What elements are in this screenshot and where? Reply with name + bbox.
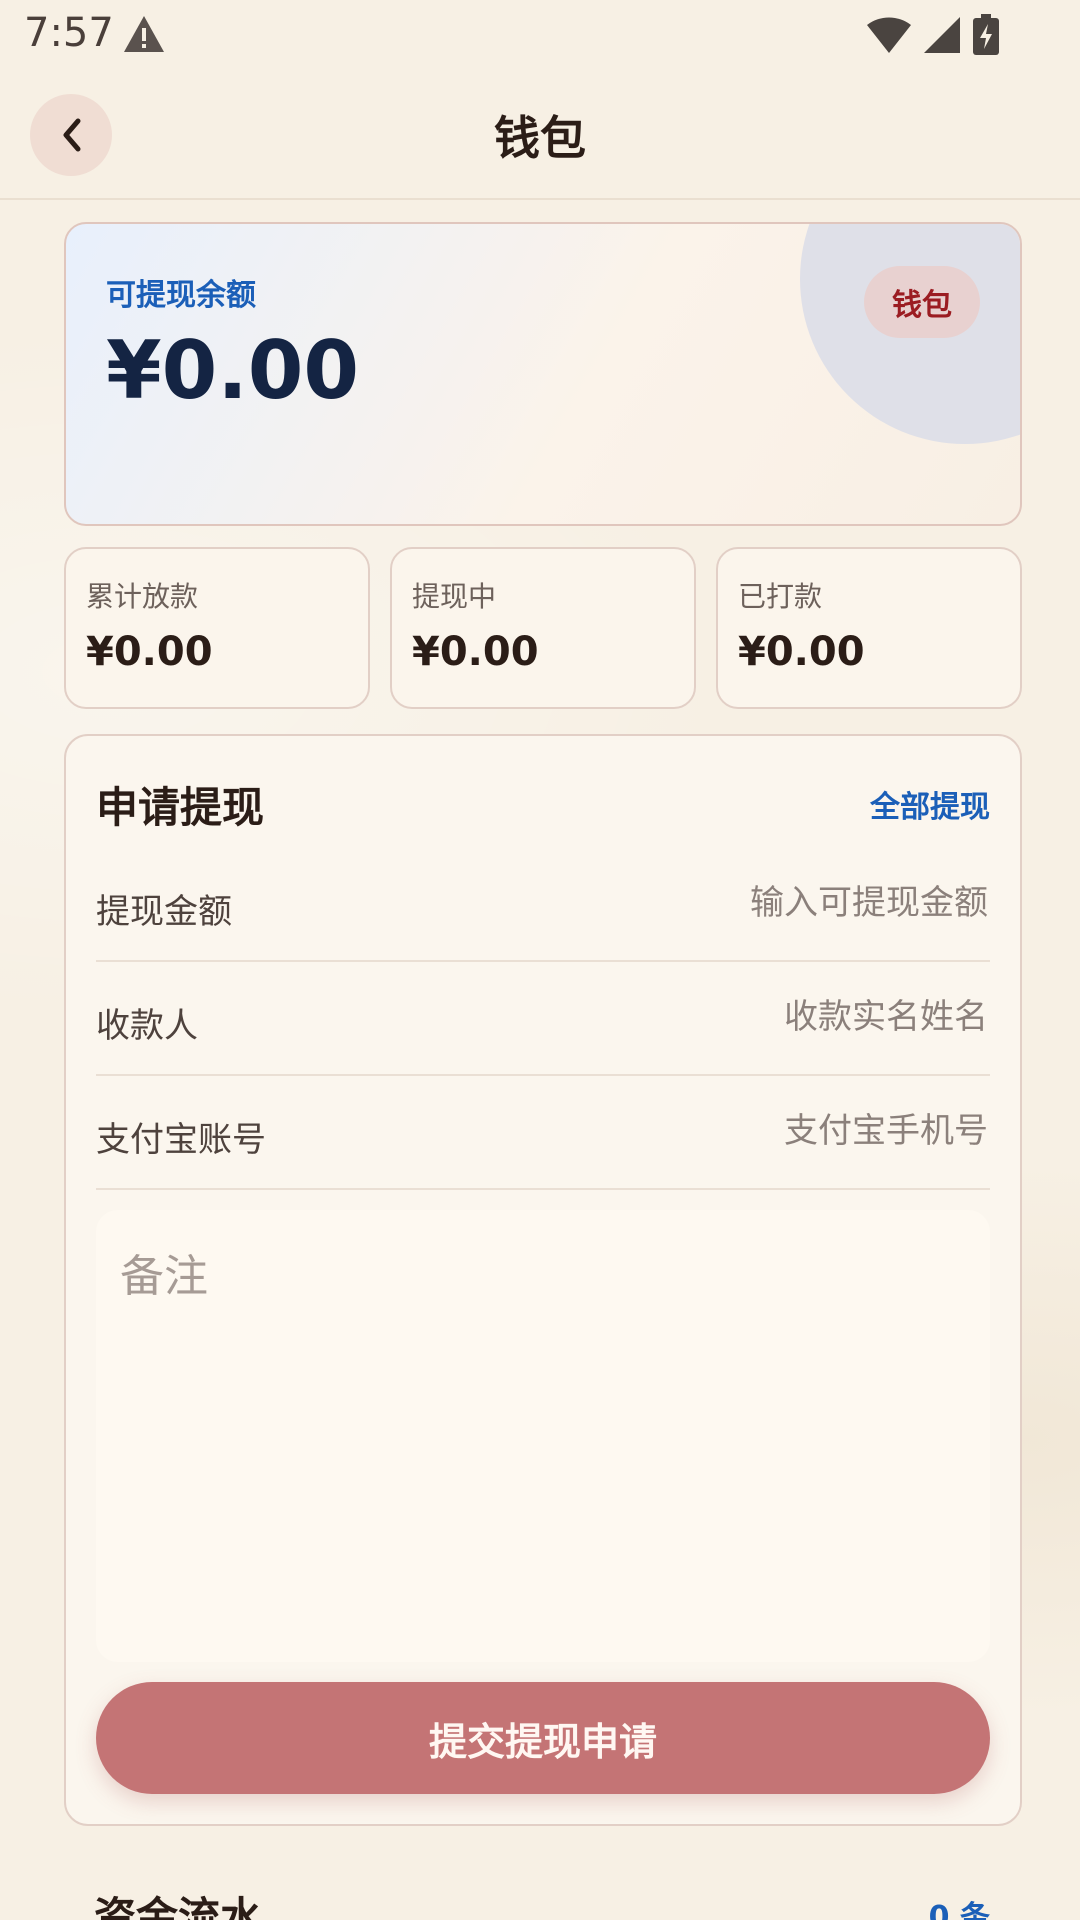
payee-label: 收款人 — [96, 1006, 198, 1046]
stat-label: 累计放款 — [86, 580, 199, 613]
stat-value: ¥0.00 — [412, 629, 539, 675]
amount-input[interactable] — [466, 874, 990, 932]
status-time: 7:57 — [24, 10, 114, 56]
alipay-account-input[interactable] — [466, 1102, 990, 1160]
signal-icon — [922, 15, 962, 55]
stat-label: 已打款 — [738, 580, 823, 613]
withdraw-form: 申请提现 全部提现 提现金额 收款人 支付宝账号 提交提现申请 — [64, 734, 1022, 1826]
form-row-alipay: 支付宝账号 — [96, 1076, 990, 1190]
stat-label: 提现中 — [412, 580, 497, 613]
flow-count: 0 条 — [928, 1900, 990, 1920]
status-bar: 7:57 — [0, 0, 1080, 72]
alipay-label: 支付宝账号 — [96, 1120, 266, 1160]
submit-withdraw-button[interactable]: 提交提现申请 — [96, 1682, 990, 1794]
balance-card: 可提现余额 ¥0.00 钱包 — [64, 222, 1022, 526]
withdraw-all-link[interactable]: 全部提现 — [870, 782, 990, 826]
battery-charging-icon — [972, 14, 1000, 56]
wifi-icon — [866, 15, 912, 55]
app-header: 钱包 — [0, 72, 1080, 200]
payee-input[interactable] — [466, 988, 990, 1046]
flow-section-title: 资金流水 — [94, 1893, 263, 1920]
balance-amount: ¥0.00 — [106, 324, 360, 417]
stat-card-paid: 已打款 ¥0.00 — [716, 547, 1022, 709]
withdraw-title: 申请提现 — [96, 783, 265, 832]
wallet-screen: 7:57 钱包 可提现余额 ¥0.00 钱包 累计放款 ¥0.00 提现中 ¥0… — [0, 0, 1080, 1920]
page-title: 钱包 — [494, 111, 586, 165]
stat-value: ¥0.00 — [738, 629, 865, 675]
stat-card-total-loan: 累计放款 ¥0.00 — [64, 547, 370, 709]
amount-label: 提现金额 — [96, 892, 232, 932]
stat-value: ¥0.00 — [86, 629, 213, 675]
balance-label: 可提现余额 — [106, 278, 256, 313]
wallet-badge: 钱包 — [864, 266, 980, 338]
note-textarea[interactable] — [96, 1210, 990, 1662]
warning-icon — [122, 14, 166, 54]
status-icons — [866, 14, 1000, 56]
form-row-amount: 提现金额 — [96, 848, 990, 962]
stat-card-withdrawing: 提现中 ¥0.00 — [390, 547, 696, 709]
form-row-payee: 收款人 — [96, 962, 990, 1076]
